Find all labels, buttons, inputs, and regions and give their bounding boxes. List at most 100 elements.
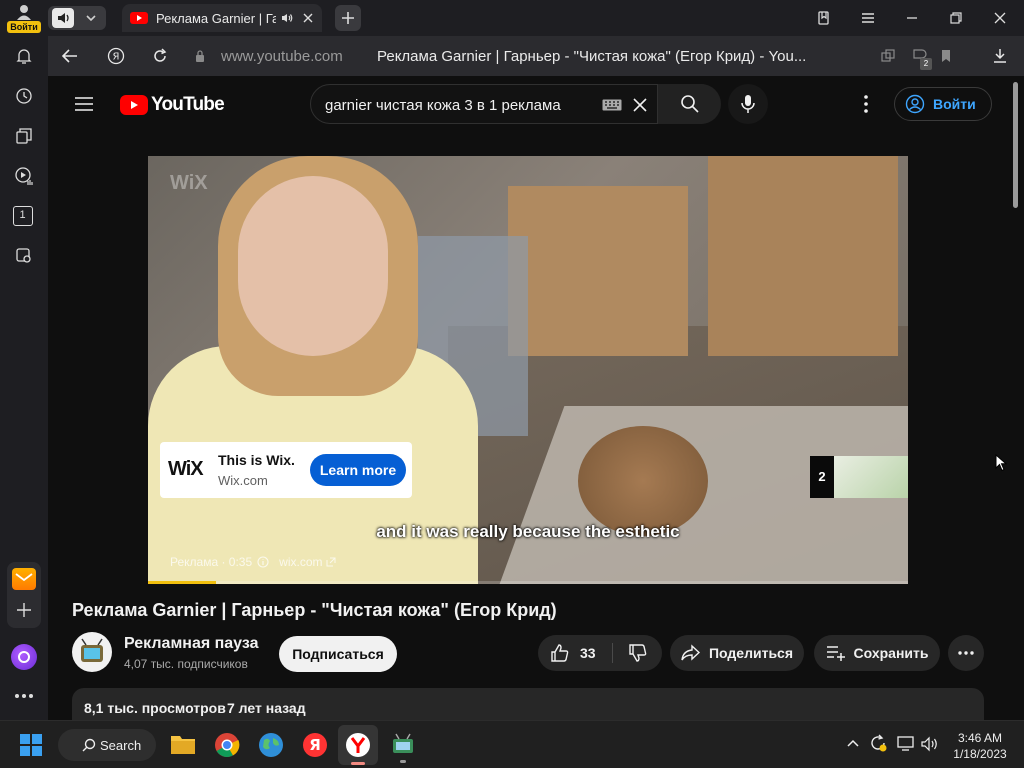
like-count: 33 [580, 645, 596, 661]
guide-menu-button[interactable] [70, 92, 98, 116]
close-window-button[interactable] [988, 6, 1012, 30]
bookmarks-icon [818, 11, 829, 25]
like-button[interactable]: 33 [538, 635, 612, 671]
voice-search-button[interactable] [728, 84, 768, 124]
dislike-button[interactable] [613, 635, 662, 671]
file-explorer-app[interactable] [170, 733, 196, 755]
collections-button[interactable] [812, 6, 836, 30]
info-icon [257, 556, 269, 568]
tab-audio-icon[interactable] [280, 11, 294, 25]
clock-tray[interactable]: 3:46 AM 1/18/2023 [950, 730, 1010, 762]
scrollbar-thumb[interactable] [1013, 82, 1018, 208]
notifications-button[interactable] [12, 44, 36, 68]
address-page-title: Реклама Garnier | Гарньер - "Чистая кожа… [377, 48, 807, 65]
learn-more-button[interactable]: Learn more [310, 454, 406, 486]
globe-icon [259, 733, 283, 757]
search-icon [680, 95, 699, 113]
ad-info-bar: Реклама · 0:35 wix.com [170, 555, 336, 569]
channel-name[interactable]: Рекламная пауза [124, 635, 259, 653]
profile-button[interactable]: Войти [6, 2, 42, 34]
save-button[interactable]: Сохранить [814, 635, 940, 671]
chrome-icon [215, 733, 240, 758]
tray-overflow-button[interactable] [846, 738, 860, 748]
more-side-button[interactable] [12, 684, 36, 708]
video-button[interactable] [12, 164, 36, 188]
network-tray-icon[interactable] [897, 735, 917, 753]
tv-app[interactable] [390, 733, 416, 763]
chrome-app[interactable] [214, 732, 240, 758]
tab-active[interactable]: Реклама Garnier | Гар [122, 4, 322, 32]
downloads-button[interactable] [988, 44, 1012, 68]
search-input[interactable] [325, 94, 595, 116]
more-horizontal-icon [958, 651, 974, 655]
clear-search-icon[interactable] [632, 97, 648, 113]
page-scrollbar[interactable] [1010, 80, 1020, 716]
channel-avatar[interactable] [72, 632, 112, 672]
lock-icon[interactable] [194, 49, 206, 63]
cards-icon [16, 128, 32, 144]
reload-button[interactable] [148, 44, 172, 68]
address-field[interactable]: www.youtube.com Реклама Garnier | Гарнье… [188, 40, 828, 72]
add-app-icon[interactable] [16, 602, 32, 618]
video-player[interactable]: WiX WiX This is Wix. Wix.com Learn more … [148, 156, 908, 584]
svg-text:Я: Я [309, 736, 321, 754]
protect-button[interactable]: 2 [906, 42, 932, 70]
wix-logo: WiX [168, 458, 204, 480]
yandex-logo-icon: Я [107, 47, 125, 65]
hamburger-icon [75, 97, 93, 111]
new-tab-button[interactable] [335, 5, 361, 31]
tabs-menu-button[interactable] [48, 6, 106, 30]
video-box-left [508, 186, 688, 356]
description-box[interactable]: 8,1 тыс. просмотров 7 лет назад [72, 688, 984, 720]
bookmark-button[interactable] [934, 44, 958, 68]
ad-site-link[interactable]: wix.com [279, 555, 322, 569]
external-link-icon [326, 557, 335, 567]
menu-button[interactable] [856, 6, 880, 30]
video-title: Реклама Garnier | Гарньер - "Чистая кожа… [72, 600, 557, 620]
mail-app-icon[interactable] [12, 568, 36, 590]
tab-close-icon[interactable] [302, 12, 314, 24]
youtube-logo[interactable]: YouTube [120, 94, 225, 116]
next-ad-preview[interactable]: 2 [810, 456, 908, 498]
tab-counter-button[interactable]: 1 [13, 206, 33, 226]
reload-icon [154, 48, 167, 62]
history-button[interactable] [12, 84, 36, 108]
yandex-home-button[interactable]: Я [104, 44, 128, 68]
settings-menu-button[interactable] [854, 92, 878, 116]
subscribe-button[interactable]: Подписаться [279, 636, 397, 672]
taskbar-search[interactable]: Search [58, 729, 156, 761]
collections-side-button[interactable] [12, 124, 36, 148]
add-to-playlist-icon [826, 646, 845, 661]
translate-button[interactable] [876, 44, 900, 68]
chevron-up-icon [847, 739, 859, 747]
volume-tray-icon[interactable] [920, 735, 940, 753]
tab-title: Реклама Garnier | Гар [156, 10, 276, 26]
sign-in-button[interactable]: Войти [894, 87, 992, 121]
more-actions-button[interactable] [948, 635, 984, 671]
ad-card[interactable]: WiX This is Wix. Wix.com Learn more [160, 442, 412, 498]
yandex-browser-app[interactable]: Я [302, 732, 328, 758]
keyboard-icon[interactable] [602, 99, 622, 111]
screenshot-button[interactable] [12, 244, 36, 268]
svg-text:Я: Я [113, 52, 120, 63]
clock-time: 3:46 AM [957, 731, 1003, 745]
plus-icon [342, 12, 354, 24]
speaker-icon [52, 8, 74, 28]
tv-icon [393, 733, 413, 753]
hamburger-icon [862, 13, 874, 23]
sync-tray-icon[interactable] [868, 733, 888, 753]
start-button[interactable] [20, 734, 42, 756]
video-watermark: WiX [170, 172, 208, 194]
youtube-play-icon [120, 95, 148, 115]
alice-assistant-icon[interactable] [11, 644, 37, 670]
globe-app[interactable] [258, 732, 284, 758]
restore-button[interactable] [944, 6, 968, 30]
account-icon [905, 94, 925, 114]
yandex-active-app[interactable] [338, 725, 378, 765]
share-button[interactable]: Поделиться [670, 635, 804, 671]
back-button[interactable] [58, 44, 82, 68]
side-apps-group [7, 562, 41, 628]
search-button[interactable] [657, 84, 721, 124]
ad-progress-track[interactable] [148, 581, 908, 584]
minimize-button[interactable] [900, 6, 924, 30]
